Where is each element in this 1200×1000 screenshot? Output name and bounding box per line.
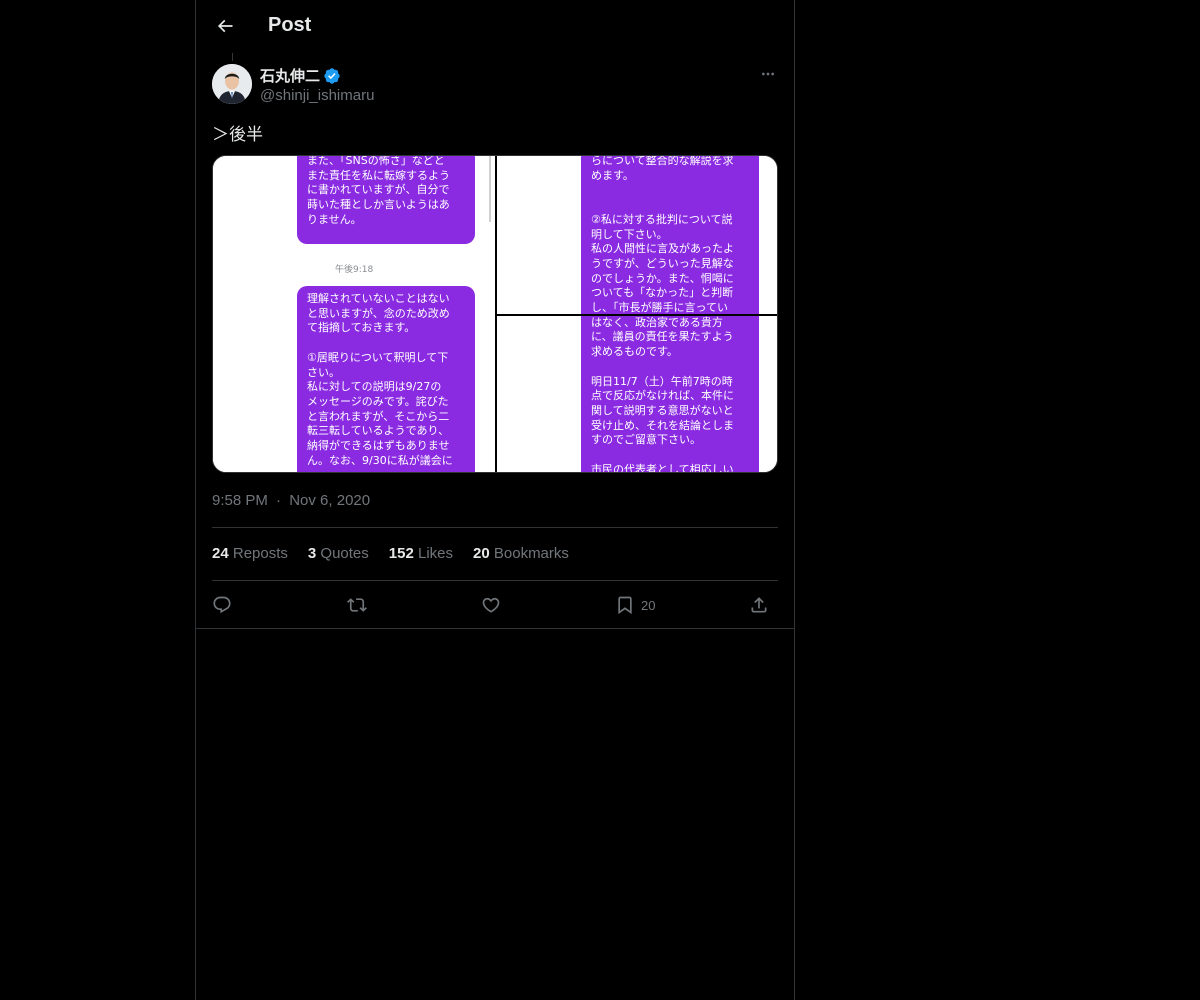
- display-name[interactable]: 石丸伸二: [260, 65, 320, 86]
- reposts-count: 24: [212, 545, 229, 562]
- post-timestamp: 9:58 PM · Nov 6, 2020: [212, 492, 370, 509]
- post-time[interactable]: 9:58 PM: [212, 492, 268, 509]
- divider: [212, 527, 778, 528]
- like-button[interactable]: [481, 590, 501, 620]
- likes-label: Likes: [417, 545, 454, 562]
- bookmark-count: 20: [641, 597, 656, 613]
- scroll-edge: [489, 156, 491, 222]
- bookmark-button[interactable]: 20: [615, 590, 655, 620]
- post-stats: 24 Reposts 3 Quotes 152 Likes 20 Bookmar…: [212, 545, 569, 562]
- reply-button[interactable]: [212, 590, 232, 620]
- post-author: 石丸伸二 @shinji_ishimaru: [212, 64, 778, 106]
- post-text: ＞後半: [212, 125, 263, 144]
- avatar[interactable]: [212, 64, 252, 104]
- back-button[interactable]: [208, 9, 242, 43]
- post-date[interactable]: Nov 6, 2020: [289, 492, 370, 509]
- repost-icon: [347, 598, 367, 612]
- arrow-left-icon: [217, 19, 233, 33]
- reposts-stat[interactable]: 24 Reposts: [212, 545, 288, 562]
- thread-line: [232, 53, 233, 61]
- likes-count: 152: [388, 545, 414, 562]
- chat-timestamp: 午後9:18: [335, 265, 374, 275]
- share-button[interactable]: [749, 590, 769, 620]
- quotes-label: Quotes: [320, 545, 369, 562]
- bookmark-icon: [618, 596, 632, 615]
- media-divider: [497, 314, 777, 316]
- likes-stat[interactable]: 152 Likes: [389, 545, 453, 562]
- divider: [212, 580, 778, 581]
- post-media[interactable]: また、「SNSの怖さ」などと また責任を私に転嫁するよう に書かれていますが、自…: [212, 155, 778, 473]
- chat-bubble: 理解されていないことはない と思いますが、念のため改め て指摘しておきます。 ①…: [297, 286, 475, 472]
- action-bar: 20: [212, 590, 778, 620]
- avatar-image: [212, 64, 252, 104]
- more-icon: [762, 72, 774, 76]
- more-button[interactable]: [758, 64, 778, 84]
- reposts-label: Reposts: [232, 545, 288, 562]
- share-icon: [751, 597, 767, 613]
- verified-badge-icon[interactable]: [323, 67, 341, 85]
- chat-bubble: また、「SNSの怖さ」などと また責任を私に転嫁するよう に書かれていますが、自…: [297, 156, 475, 244]
- separator: ·: [276, 492, 282, 509]
- reply-icon: [213, 596, 231, 614]
- bookmarks-count: 20: [473, 545, 490, 562]
- divider: [196, 628, 794, 629]
- bookmarks-stat[interactable]: 20 Bookmarks: [473, 545, 569, 562]
- heart-icon: [482, 597, 500, 613]
- handle[interactable]: @shinji_ishimaru: [260, 87, 374, 104]
- name-row: 石丸伸二: [260, 65, 341, 86]
- repost-button[interactable]: [347, 590, 367, 620]
- page-title: Post: [268, 14, 312, 36]
- quotes-stat[interactable]: 3 Quotes: [308, 545, 369, 562]
- quotes-count: 3: [307, 545, 317, 562]
- bookmarks-label: Bookmarks: [493, 545, 569, 562]
- media-screenshot-left: また、「SNSの怖さ」などと また責任を私に転嫁するよう に書かれていますが、自…: [213, 156, 495, 472]
- top-bar: Post: [196, 0, 794, 53]
- primary-column: Post 石丸伸二 @shinji_ishimaru ＞後半 また、「SNSの怖…: [195, 0, 795, 1000]
